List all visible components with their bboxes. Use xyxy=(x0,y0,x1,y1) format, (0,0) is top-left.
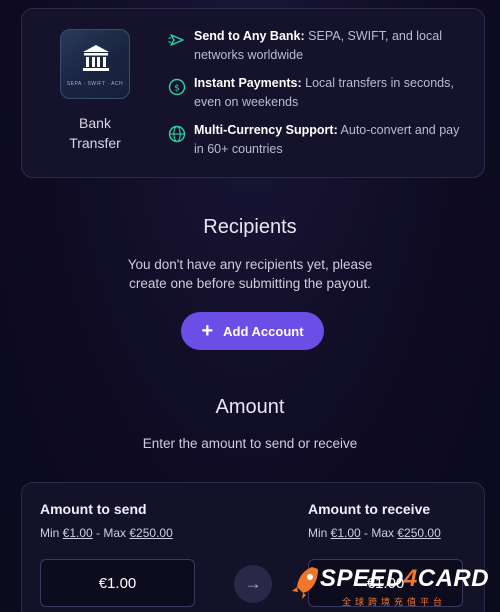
bank-transfer-label: Bank Transfer xyxy=(69,115,121,151)
send-limits: Min €1.00 - Max €250.00 xyxy=(40,526,173,540)
feature-item-instant: $ Instant Payments: Local transfers in s… xyxy=(168,74,468,121)
watermark-tagline: 全球跨境充值平台 xyxy=(342,597,447,607)
feature-list: Send to Any Bank: SEPA, SWIFT, and local… xyxy=(168,27,468,168)
instant-coin-icon: $ xyxy=(168,78,186,96)
bank-tile[interactable]: SEPA · SWIFT · ACH xyxy=(60,29,130,99)
recipients-title: Recipients xyxy=(203,216,297,238)
feature-title: Multi-Currency Support: xyxy=(194,123,338,137)
feature-item-send: Send to Any Bank: SEPA, SWIFT, and local… xyxy=(168,27,468,74)
add-account-label: Add Account xyxy=(223,323,304,339)
send-max-link[interactable]: €250.00 xyxy=(129,526,172,540)
feature-item-currency: Multi-Currency Support: Auto-convert and… xyxy=(168,121,468,168)
plus-icon: + xyxy=(201,320,214,342)
watermark-brand: SPEED4CARD xyxy=(320,565,490,592)
receive-column: Amount to receive Min €1.00 - Max €250.0… xyxy=(308,501,441,540)
send-title: Amount to send xyxy=(40,501,147,517)
amount-subtitle: Enter the amount to send or receive xyxy=(142,436,358,451)
send-icon xyxy=(168,34,184,46)
svg-text:$: $ xyxy=(174,84,180,94)
amount-send-input[interactable] xyxy=(40,559,195,607)
bank-transfer-card: SEPA · SWIFT · ACH Bank Transfer Send to… xyxy=(21,8,485,178)
receive-max-link[interactable]: €250.00 xyxy=(397,526,440,540)
add-account-button[interactable]: + Add Account xyxy=(181,312,324,350)
recipients-empty-text-line1: You don't have any recipients yet, pleas… xyxy=(127,257,373,272)
send-min-link[interactable]: €1.00 xyxy=(63,526,93,540)
send-column: Amount to send Min €1.00 - Max €250.00 xyxy=(40,501,173,540)
receive-title: Amount to receive xyxy=(308,501,431,517)
receive-min-link[interactable]: €1.00 xyxy=(331,526,361,540)
recipients-empty-text-line2: create one before submitting the payout. xyxy=(129,276,371,291)
globe-icon xyxy=(168,125,186,143)
receive-limits: Min €1.00 - Max €250.00 xyxy=(308,526,441,540)
feature-title: Instant Payments: xyxy=(194,76,302,90)
bank-tile-caption: SEPA · SWIFT · ACH xyxy=(66,81,124,87)
rocket-logo-icon xyxy=(292,567,318,599)
bank-icon xyxy=(83,45,109,71)
amount-title: Amount xyxy=(215,396,285,418)
swap-arrow-icon: → xyxy=(234,565,272,603)
feature-title: Send to Any Bank: xyxy=(194,29,305,43)
speed4card-watermark: SPEED4CARD 全球跨境充值平台 xyxy=(290,565,500,612)
